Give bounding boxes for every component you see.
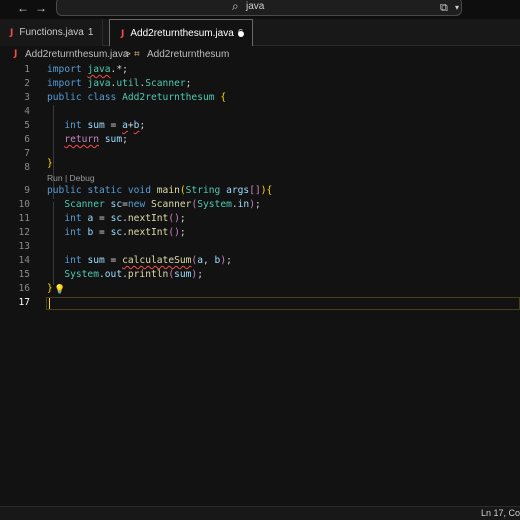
command-center-search[interactable]: ⌕ java xyxy=(56,0,462,16)
code-text: int sum = a+b; xyxy=(64,120,146,131)
code-text: System.out.println(sum); xyxy=(64,269,203,280)
code-text: int b = sc.nextInt(); xyxy=(64,227,186,238)
code-line: 1 import java.*; xyxy=(0,63,520,77)
java-file-icon: J xyxy=(121,29,125,39)
tab-label: Add2returnthesum.java xyxy=(130,28,234,39)
search-icon: ⌕ xyxy=(232,0,239,13)
code-line: 2 import java.util.Scanner; xyxy=(0,77,520,91)
code-text: return sum; xyxy=(64,134,128,145)
line-number: 12 xyxy=(18,227,30,238)
copilot-icon[interactable]: ⧉ xyxy=(440,0,448,16)
status-bar: Ln 17, Col 1 xyxy=(0,506,520,520)
code-line: 6 return sum; xyxy=(0,133,520,147)
code-line: } xyxy=(0,157,520,171)
unsaved-dot-icon[interactable] xyxy=(238,31,244,37)
code-text: public static void main(String args[]){ xyxy=(47,185,273,196)
line-number: 9 xyxy=(24,185,30,196)
breadcrumb-symbol[interactable]: Add2returnthesum xyxy=(147,46,229,63)
code-line: 4 xyxy=(0,105,520,119)
line-number: 1 xyxy=(24,64,30,75)
cursor-position-status[interactable]: Ln 17, Col 1 xyxy=(481,507,520,520)
code-text: int sum = calculateSum(a, b); xyxy=(64,255,232,266)
code-line: 12 int b = sc.nextInt(); xyxy=(0,226,520,240)
problem-count-badge: 1 xyxy=(87,27,94,38)
lightbulb-icon[interactable]: 💡 xyxy=(54,282,65,296)
breadcrumb-file[interactable]: Add2returnthesum.java xyxy=(25,46,128,63)
java-file-icon: J xyxy=(10,28,14,38)
code-line: 5 int sum = a+b; xyxy=(0,119,520,133)
line-number: 15 xyxy=(18,269,30,280)
line-number: 4 xyxy=(24,106,30,117)
line-number: 10 xyxy=(18,199,30,210)
code-line: 3 public class Add2returnthesum { xyxy=(0,91,520,105)
line-number: 6 xyxy=(24,134,30,145)
line-number: 17 xyxy=(18,297,30,308)
line-number: 2 xyxy=(24,78,30,89)
code-text: import java.*; xyxy=(47,64,128,75)
code-line: 11 int a = sc.nextInt(); xyxy=(0,212,520,226)
line-number: 14 xyxy=(18,255,30,266)
java-file-icon: J xyxy=(14,49,18,59)
line-number: 11 xyxy=(18,213,30,224)
code-text: import java.util.Scanner; xyxy=(47,78,192,89)
text-cursor xyxy=(49,298,50,309)
editor-tab-bar: JFunctions.java1 JAdd2returnthesum.java6 xyxy=(0,19,520,46)
run-debug-codelens[interactable]: Run | Debug xyxy=(47,173,95,183)
breadcrumb: J Add2returnthesum.java > ⌗ Add2returnth… xyxy=(0,46,520,63)
class-symbol-icon: ⌗ xyxy=(134,49,140,60)
line-number: 13 xyxy=(18,241,30,252)
code-editor[interactable]: 1 import java.*; 2 import java.util.Scan… xyxy=(0,63,520,506)
current-line-highlight xyxy=(46,297,520,310)
code-text: } xyxy=(47,158,53,169)
code-text: Scanner sc=new Scanner(System.in); xyxy=(64,199,261,210)
line-number: 3 xyxy=(24,92,30,103)
code-line: 15 System.out.println(sum); xyxy=(0,268,520,282)
code-line: 14 int sum = calculateSum(a, b); xyxy=(0,254,520,268)
line-number: 16 xyxy=(18,283,30,294)
back-arrow-icon[interactable]: ← xyxy=(17,0,29,17)
search-text: java xyxy=(246,1,265,12)
tab-label: Functions.java xyxy=(19,27,84,38)
code-text: int a = sc.nextInt(); xyxy=(64,213,186,224)
code-text: public class Add2returnthesum { xyxy=(47,92,227,103)
breadcrumb-separator: > xyxy=(125,49,131,60)
code-line: 16 } 💡 xyxy=(0,282,520,296)
title-bar: ← → ⌕ java ⧉ ▾ xyxy=(0,0,520,19)
code-line: 10 Scanner sc=new Scanner(System.in); xyxy=(0,198,520,212)
tab-functions-java[interactable]: J Functions.java 1 xyxy=(0,19,103,46)
line-number: 5 xyxy=(24,120,30,131)
chevron-down-icon[interactable]: ▾ xyxy=(455,0,459,16)
tab-add2returnthesum-java[interactable]: JAdd2returnthesum.java6 xyxy=(109,19,253,46)
code-line: 13 xyxy=(0,240,520,254)
code-text: } xyxy=(47,283,53,294)
forward-arrow-icon[interactable]: → xyxy=(35,0,47,17)
code-line-current: 17 xyxy=(0,296,520,310)
code-line: 9 public static void main(String args[])… xyxy=(0,184,520,198)
